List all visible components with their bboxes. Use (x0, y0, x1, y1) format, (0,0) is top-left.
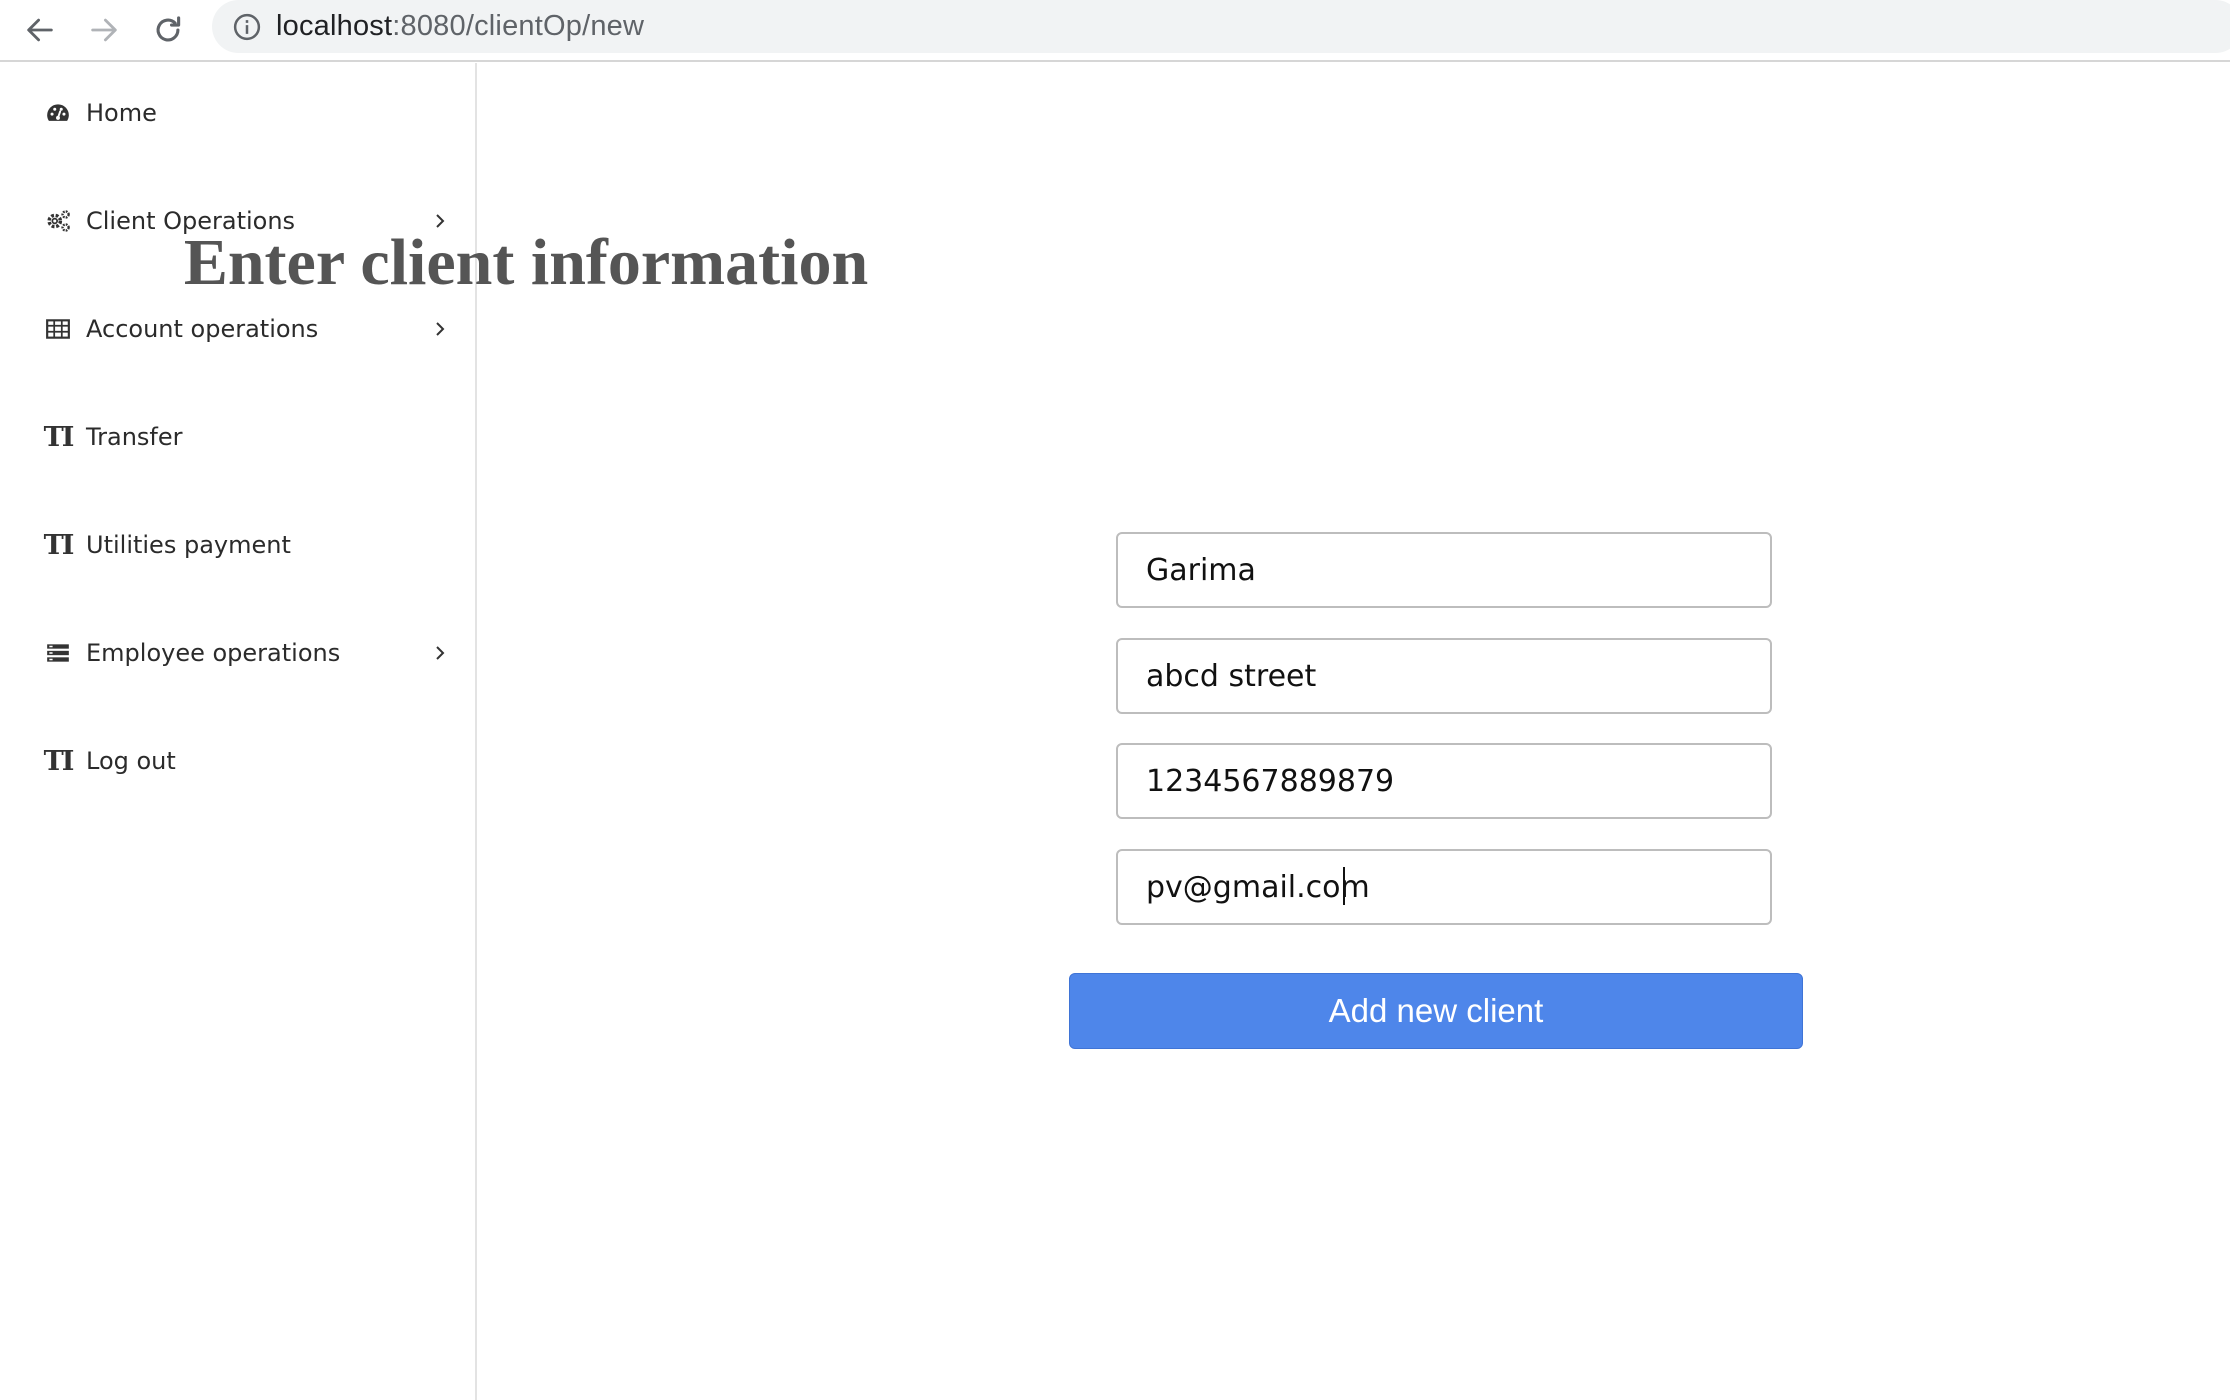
reload-button[interactable] (142, 4, 194, 56)
sidebar-item-account-operations[interactable]: Account operations (0, 289, 475, 369)
url-path: :8080/clientOp/new (392, 10, 645, 42)
forward-button[interactable] (78, 4, 130, 56)
text-height-icon: TI (43, 421, 75, 453)
dashboard-icon (44, 99, 72, 127)
back-arrow-icon (27, 18, 53, 42)
sidebar-item-utilities-payment[interactable]: TI Utilities payment (0, 505, 475, 585)
chevron-right-icon (432, 318, 448, 340)
sidebar-item-label: Transfer (86, 423, 183, 451)
sidebar-item-employee-operations[interactable]: Employee operations (0, 613, 475, 693)
text-height-icon: TI (43, 745, 75, 777)
phone-field[interactable] (1116, 743, 1772, 819)
url-host: localhost (276, 10, 393, 42)
sidebar-item-home[interactable]: Home (0, 73, 475, 153)
url-text: localhost:8080/clientOp/new (276, 10, 644, 43)
sidebar-item-label: Account operations (86, 315, 319, 343)
sidebar-item-label: Utilities payment (86, 531, 291, 559)
address-field[interactable] (1116, 638, 1772, 714)
sidebar-item-label: Log out (86, 747, 176, 775)
text-height-icon: TI (43, 529, 75, 561)
sidebar-item-transfer[interactable]: TI Transfer (0, 397, 475, 477)
name-field[interactable] (1116, 532, 1772, 608)
page-title: Enter client information (183, 226, 869, 299)
chevron-right-icon (432, 642, 448, 664)
text-caret (1343, 867, 1345, 905)
info-icon[interactable] (232, 12, 262, 42)
email-field[interactable] (1116, 849, 1772, 925)
add-new-client-button[interactable]: Add new client (1069, 973, 1803, 1049)
address-bar[interactable]: localhost:8080/clientOp/new (212, 0, 2230, 53)
reload-icon (156, 16, 181, 42)
table-icon (44, 315, 72, 343)
sidebar-item-log-out[interactable]: TI Log out (0, 721, 475, 801)
forward-arrow-icon (91, 18, 117, 42)
sidebar-item-label: Home (86, 99, 157, 127)
sidebar-item-label: Employee operations (86, 639, 341, 667)
back-button[interactable] (14, 4, 66, 56)
list-icon (44, 639, 72, 667)
browser-toolbar: localhost:8080/clientOp/new (0, 0, 2230, 62)
